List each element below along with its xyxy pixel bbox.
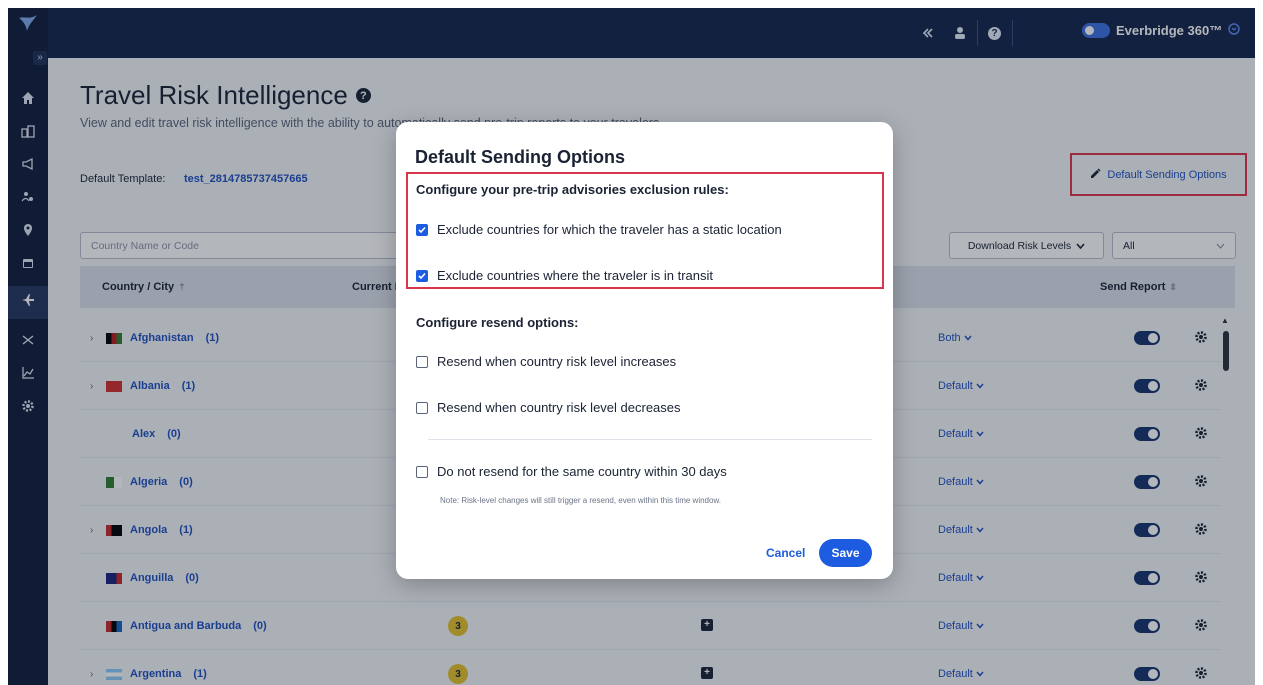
resend-increase-label: Resend when country risk level increases: [437, 354, 677, 369]
default-sending-options-modal: Default Sending Options Configure your p…: [396, 122, 893, 579]
checkbox-unchecked[interactable]: [416, 355, 428, 368]
checkbox-checked[interactable]: [416, 223, 428, 236]
modal-title: Default Sending Options: [415, 147, 625, 167]
resend-decrease-option[interactable]: Resend when country risk level decreases: [416, 400, 681, 415]
exclude-static-location-label: Exclude countries for which the traveler…: [437, 222, 782, 237]
exclude-static-location-option[interactable]: Exclude countries for which the traveler…: [416, 222, 782, 237]
resend-decrease-label: Resend when country risk level decreases: [437, 400, 681, 415]
app-frame: » ? Everbridge 360™ Travel Risk Intellig…: [8, 8, 1255, 685]
exclude-in-transit-label: Exclude countries where the traveler is …: [437, 268, 714, 283]
no-resend-30-days-label: Do not resend for the same country withi…: [437, 464, 727, 479]
divider: [428, 439, 872, 440]
exclusion-rules-heading: Configure your pre-trip advisories exclu…: [416, 182, 729, 197]
no-resend-30-days-option[interactable]: Do not resend for the same country withi…: [416, 464, 727, 479]
exclude-in-transit-option[interactable]: Exclude countries where the traveler is …: [416, 268, 713, 283]
resend-options-heading: Configure resend options:: [416, 315, 579, 330]
resend-note: Note: Risk-level changes will still trig…: [440, 496, 722, 505]
checkbox-unchecked[interactable]: [416, 465, 428, 478]
save-button[interactable]: Save: [819, 539, 872, 567]
checkbox-checked[interactable]: [416, 269, 428, 282]
resend-increase-option[interactable]: Resend when country risk level increases: [416, 354, 676, 369]
cancel-button[interactable]: Cancel: [766, 546, 805, 560]
checkbox-unchecked[interactable]: [416, 401, 428, 414]
